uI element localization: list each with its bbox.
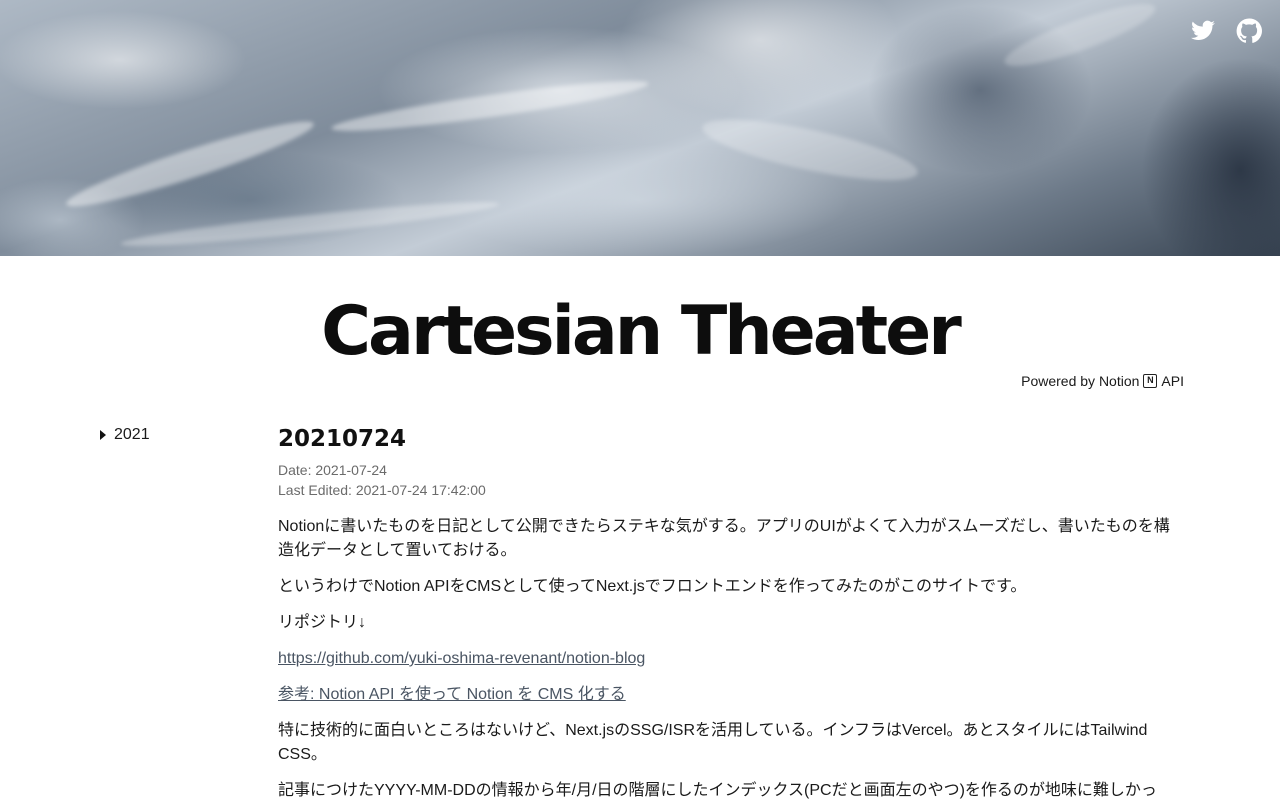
powered-by-api-label: API [1161,373,1184,389]
post-paragraph: というわけでNotion APIをCMSとして使ってNext.jsでフロントエン… [278,578,1027,595]
sidebar-index: 2021 [100,426,150,444]
sidebar-item-label: 2021 [114,426,150,443]
water-highlight [120,195,500,253]
post-body: Notionに書いたものを日記として公開できたらステキな気がする。アプリのUIが… [278,515,1178,800]
reference-link[interactable]: 参考: Notion API を使って Notion を CMS 化する [278,686,626,703]
post-article: 20210724 Date: 2021-07-24 Last Edited: 2… [278,424,1178,800]
water-highlight [62,110,318,218]
post-title: 20210724 [278,426,407,452]
post-date: Date: 2021-07-24 [278,462,387,478]
twitter-icon[interactable] [1190,18,1216,44]
notion-logo-icon: N [1143,374,1158,388]
post-paragraph: 特に技術的に面白いところはないけど、Next.jsのSSG/ISRを活用している… [278,722,1148,763]
water-highlight [999,0,1161,77]
github-icon[interactable] [1236,18,1262,44]
repo-link[interactable]: https://github.com/yuki-oshima-revenant/… [278,650,645,667]
hero-banner-image [0,0,1280,256]
sidebar-item-2021[interactable]: 2021 [100,426,150,444]
water-highlight [330,72,650,140]
site-title[interactable]: Cartesian Theater [0,292,1280,372]
powered-by-notion[interactable]: Powered by Notion N API [1021,373,1184,389]
powered-by-label: Powered by Notion [1021,373,1140,389]
post-paragraph: Notionに書いたものを日記として公開できたらステキな気がする。アプリのUIが… [278,518,1170,559]
caret-right-icon [100,430,106,440]
post-last-edited: Last Edited: 2021-07-24 17:42:00 [278,482,486,498]
post-paragraph: リポジトリ↓ [278,614,367,631]
post-paragraph: 記事につけたYYYY-MM-DDの情報から年/月/日の階層にしたインデックス(P… [278,782,1157,799]
water-highlight [698,107,922,193]
